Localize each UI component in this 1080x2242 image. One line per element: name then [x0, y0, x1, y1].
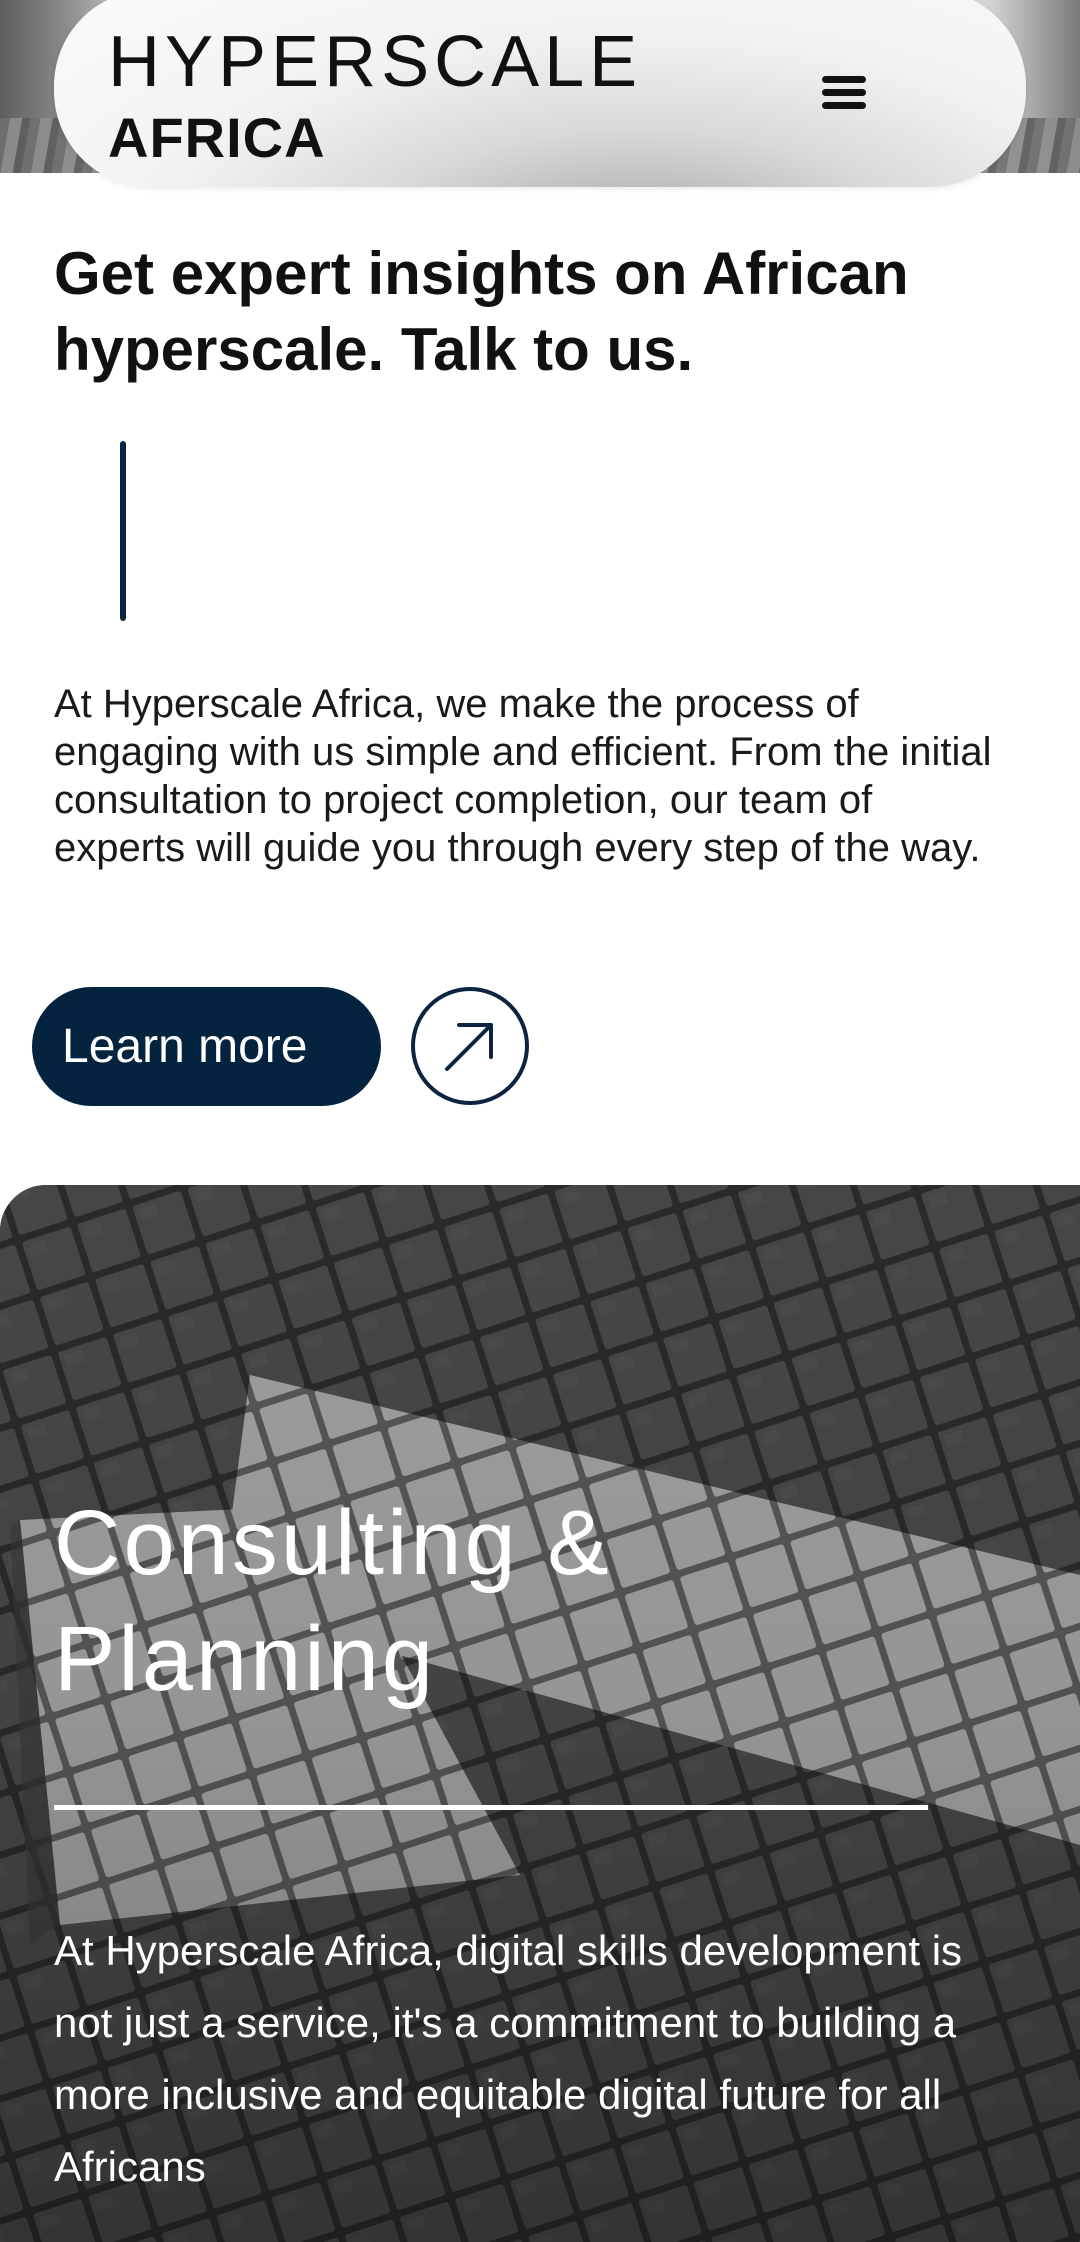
accent-bar	[120, 441, 126, 621]
arrow-glyph	[445, 1023, 493, 1071]
page-headline: Get expert insights on African hyperscal…	[54, 240, 909, 383]
card-paragraph: At Hyperscale Africa, digital skills dev…	[54, 1927, 963, 2190]
menu-bar	[822, 89, 866, 96]
card-title: Consulting & Planning	[54, 1492, 612, 1710]
logo-wordmark[interactable]: HYPERSCALE	[108, 26, 642, 98]
service-card-consulting[interactable]: Consulting & Planning At Hyperscale Afri…	[0, 1185, 1080, 2242]
hamburger-menu-icon[interactable]	[820, 74, 874, 114]
logo-subtitle[interactable]: AFRICA	[108, 110, 326, 166]
intro-paragraph: At Hyperscale Africa, we make the proces…	[54, 682, 992, 870]
learn-more-button[interactable]: Learn more	[32, 987, 381, 1106]
menu-bar	[822, 76, 866, 83]
menu-bar	[822, 102, 866, 109]
arrow-up-right-icon[interactable]	[411, 987, 529, 1105]
card-divider	[54, 1805, 928, 1810]
